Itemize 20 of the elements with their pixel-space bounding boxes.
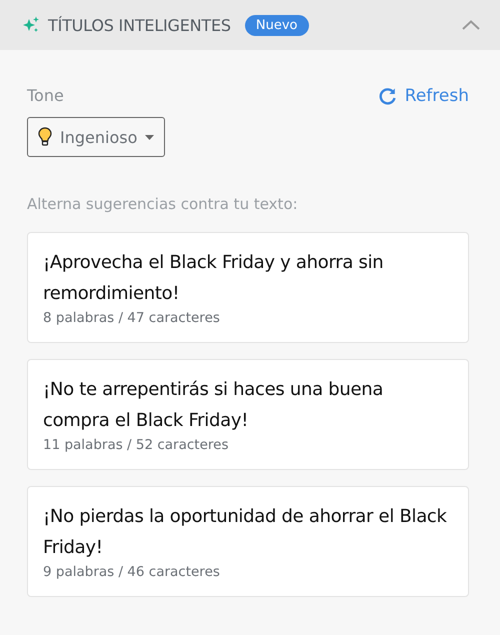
hint-text: Alterna sugerencias contra tu texto: (27, 195, 299, 213)
new-badge: Nuevo (244, 14, 308, 36)
sparkle-icon (22, 16, 40, 34)
tone-label: Tone (27, 86, 65, 105)
suggestion-card[interactable]: ¡Aprovecha el Black Friday y ahorra sin remordimiento! 8 palabras / 47 caracteres (27, 232, 469, 343)
tone-dropdown[interactable]: Ingenioso (27, 117, 166, 157)
caret-icon (145, 134, 154, 140)
panel-header[interactable]: TÍTULOS INTELIGENTES Nuevo (0, 0, 500, 50)
lightbulb-icon (38, 127, 52, 147)
refresh-icon (378, 87, 397, 105)
suggestion-text: ¡No te arrepentirás si haces una buena compra el Black Friday! (43, 378, 384, 433)
word-count: 9 palabras / 46 caracteres (43, 564, 221, 580)
word-count: 8 palabras / 47 caracteres (43, 310, 221, 326)
word-count: 11 palabras / 52 caracteres (43, 437, 230, 453)
suggestion-text: ¡Aprovecha el Black Friday y ahorra sin remordimiento! (43, 251, 384, 306)
panel-title: TÍTULOS INTELIGENTES (48, 16, 231, 34)
suggestion-card[interactable]: ¡No pierdas la oportunidad de ahorrar el Black Friday! 9 palabras / 46 caracteres (27, 486, 469, 597)
chevron-icon[interactable] (462, 20, 480, 30)
suggestion-card[interactable]: ¡No te arrepentirás si haces una buena compra el Black Friday! 11 palabras / 52 caracteres (27, 359, 469, 470)
suggestion-text: ¡No pierdas la oportunidad de ahorrar el Black Friday! (43, 505, 448, 560)
